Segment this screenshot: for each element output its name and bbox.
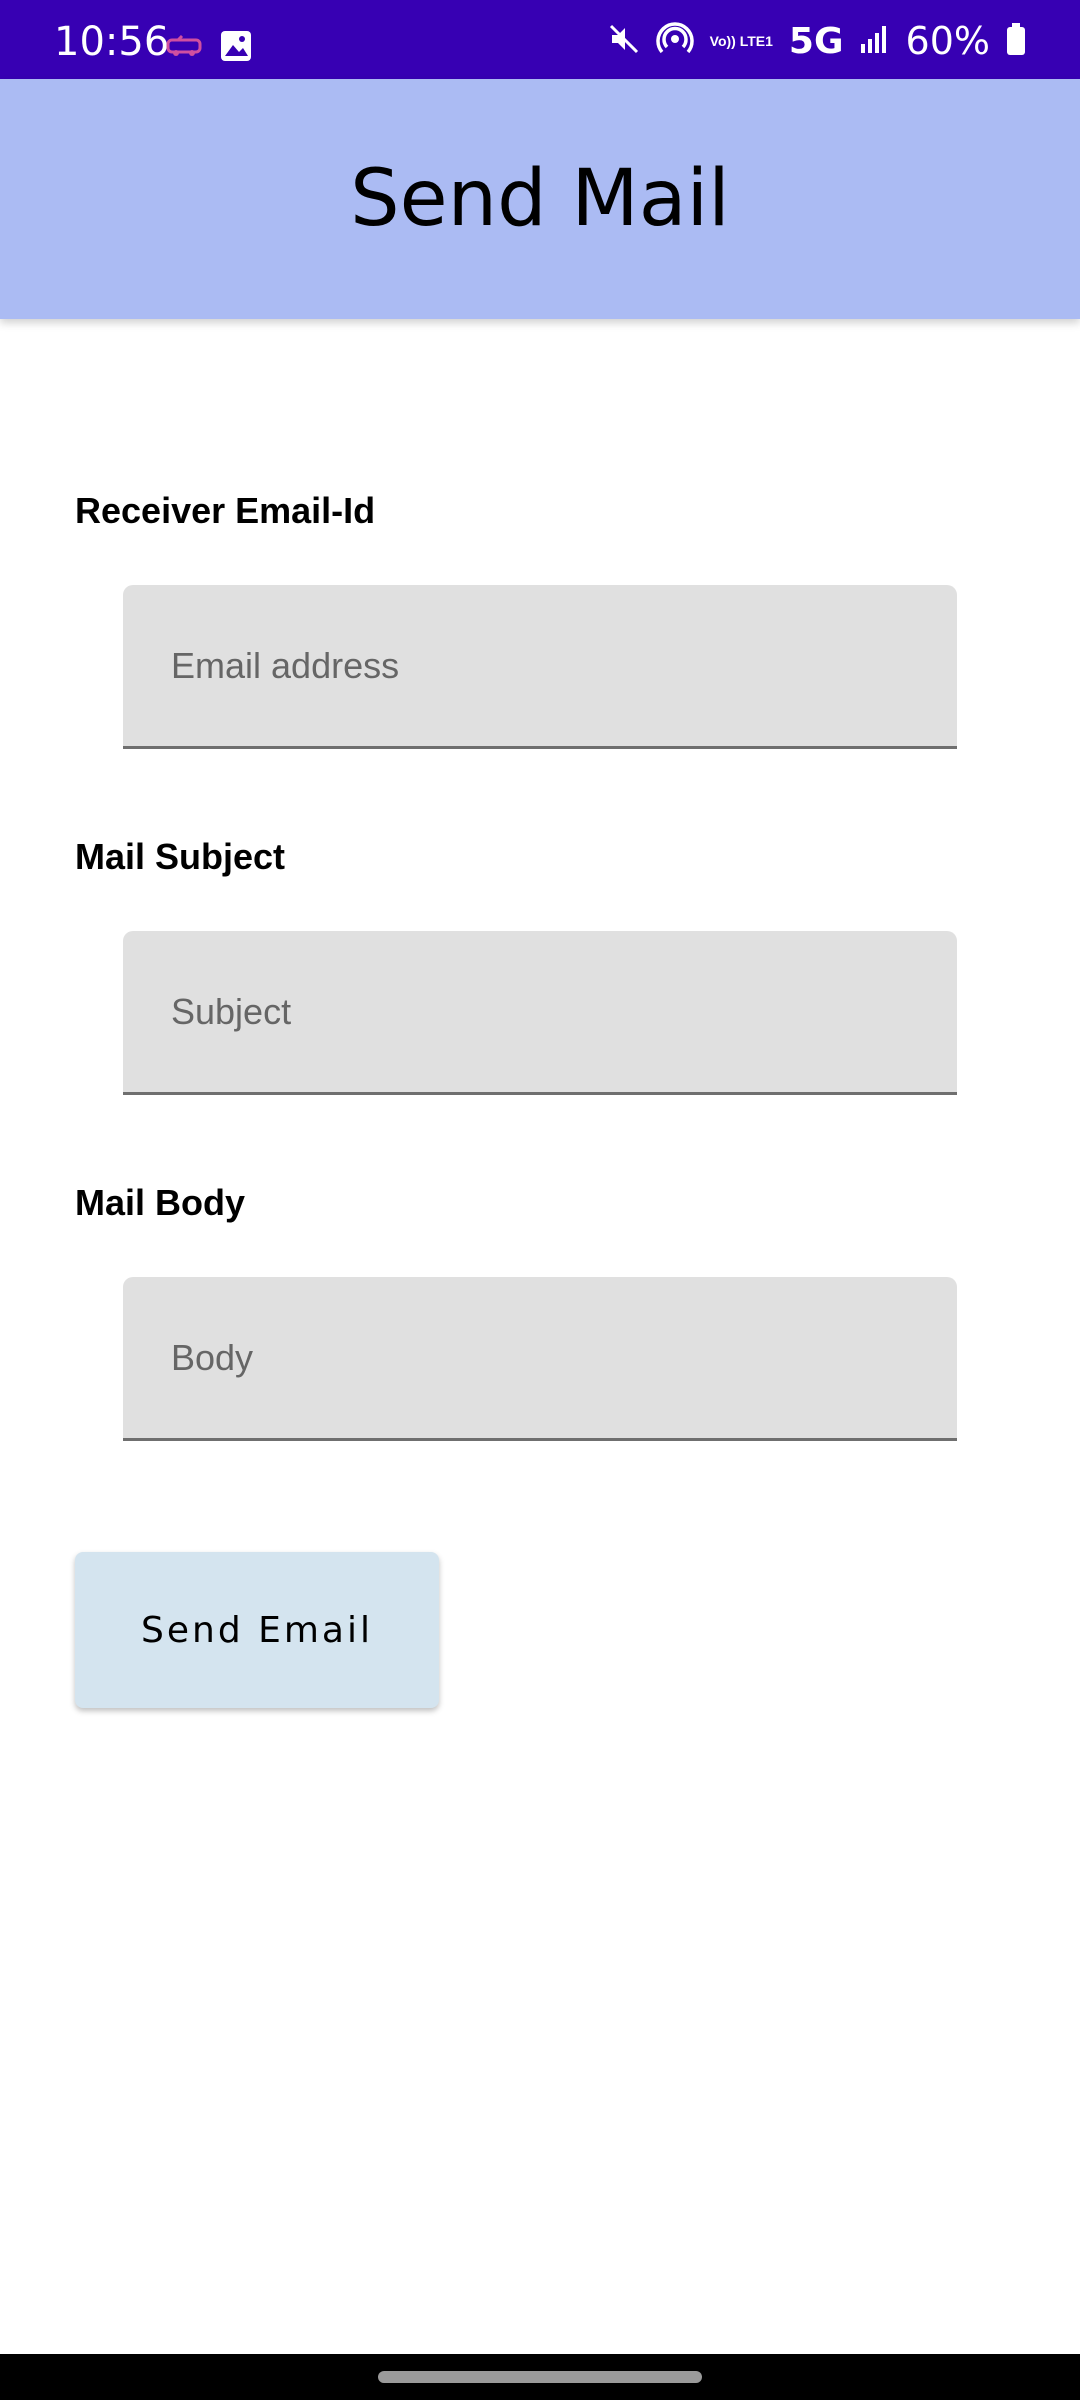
navigation-bar: [0, 2354, 1080, 2400]
volte-icon: Vo)) LTE1: [709, 33, 773, 49]
email-field[interactable]: [123, 585, 957, 746]
email-field-container: [123, 585, 957, 749]
body-field-container: [123, 1277, 957, 1441]
hotspot-icon: [655, 20, 694, 63]
car-icon: [166, 34, 202, 63]
status-system-icons: Vo)) LTE1 5G 60%: [608, 19, 1026, 63]
battery-percent: 60%: [905, 19, 990, 63]
status-notification-icons: [166, 30, 252, 67]
image-icon: [220, 30, 252, 67]
status-bar: 10:56 Vo)) LTE1 5G 60%: [0, 0, 1080, 79]
subject-field[interactable]: [123, 931, 957, 1092]
signal-icon: [860, 24, 890, 59]
subject-field-container: [123, 931, 957, 1095]
body-field[interactable]: [123, 1277, 957, 1438]
subject-label: Mail Subject: [75, 836, 286, 877]
send-email-button[interactable]: Send Email: [75, 1552, 439, 1708]
page-title: Send Mail: [350, 154, 730, 244]
mute-icon: [608, 23, 640, 60]
home-gesture-handle[interactable]: [378, 2371, 702, 2383]
body-label: Mail Body: [75, 1182, 246, 1223]
status-time: 10:56: [54, 19, 170, 65]
network-type: 5G: [788, 20, 844, 62]
battery-icon: [1006, 22, 1026, 61]
email-label: Receiver Email-Id: [75, 490, 376, 531]
app-bar: Send Mail: [0, 79, 1080, 319]
